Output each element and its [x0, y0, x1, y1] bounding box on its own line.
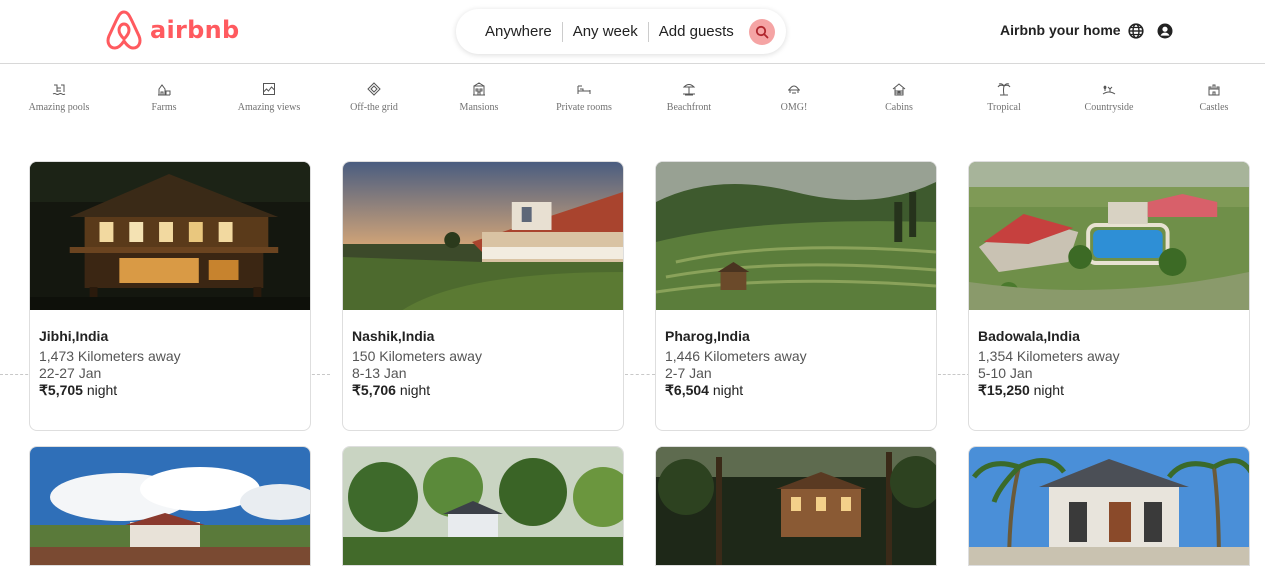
- listing-location: Badowala,India: [978, 328, 1080, 344]
- listing-distance: 1,473 Kilometers away: [39, 348, 181, 364]
- price-unit: night: [82, 382, 118, 398]
- user-circle-icon[interactable]: [1157, 23, 1173, 39]
- search-divider: [647, 21, 649, 42]
- category-label: Beachfront: [666, 102, 712, 113]
- listing-info: Pharog,India 1,446 Kilometers away 2-7 J…: [656, 315, 936, 399]
- listing-price: ₹15,250 night: [978, 381, 1240, 399]
- category-off-the-grid[interactable]: Off-the grid: [324, 82, 424, 113]
- listing-info: Badowala,India 1,354 Kilometers away 5-1…: [969, 315, 1249, 399]
- globe-icon[interactable]: [1128, 23, 1144, 39]
- price-unit: night: [1029, 382, 1064, 398]
- category-farms[interactable]: Farms: [114, 82, 214, 113]
- divider-line: [625, 374, 655, 375]
- listing-card[interactable]: [655, 446, 937, 566]
- castle-icon: [1208, 84, 1220, 96]
- listing-photo-tropical-cottage[interactable]: [969, 447, 1250, 566]
- listing-photo-cloudy-house[interactable]: [30, 447, 311, 566]
- category-label: Tropical: [987, 102, 1021, 113]
- category-label: Amazing pools: [28, 102, 90, 113]
- category-amazing-views[interactable]: Amazing views: [219, 82, 319, 113]
- search-when[interactable]: Any week: [573, 23, 638, 40]
- price-amount: ₹5,705: [39, 382, 83, 398]
- listing-photo-treehouse[interactable]: [30, 162, 310, 310]
- category-castles[interactable]: Castles: [1164, 82, 1264, 113]
- price-unit: night: [395, 382, 431, 398]
- search-who[interactable]: Add guests: [659, 23, 734, 40]
- countryside-icon: [1102, 85, 1116, 95]
- listing-info: Nashik,India 150 Kilometers away 8-13 Ja…: [343, 315, 623, 399]
- view-icon: [263, 83, 275, 95]
- price-amount: ₹15,250: [978, 382, 1030, 398]
- beach-icon: [682, 84, 696, 96]
- mansion-icon: [473, 82, 485, 96]
- cabin-icon: [892, 83, 906, 96]
- category-countryside[interactable]: Countryside: [1059, 82, 1159, 113]
- listing-price: ₹5,706 night: [352, 381, 614, 399]
- search-divider: [561, 21, 563, 42]
- search-bar[interactable]: Anywhere Any week Add guests: [456, 9, 786, 54]
- listing-price: ₹6,504 night: [665, 381, 927, 399]
- category-label: Private rooms: [556, 102, 612, 113]
- listing-card[interactable]: [968, 446, 1250, 566]
- category-label: Mansions: [459, 102, 499, 113]
- listing-distance: 150 Kilometers away: [352, 348, 482, 364]
- listing-location: Jibhi,India: [39, 328, 109, 344]
- listing-dates: 8-13 Jan: [352, 365, 407, 381]
- category-amazing-pools[interactable]: Amazing pools: [9, 82, 109, 113]
- price-amount: ₹5,706: [352, 382, 396, 398]
- search-where[interactable]: Anywhere: [485, 23, 552, 40]
- palm-icon: [997, 83, 1011, 96]
- search-button[interactable]: [749, 19, 775, 45]
- category-label: Off-the grid: [350, 102, 398, 113]
- listing-dates: 5-10 Jan: [978, 365, 1033, 381]
- listing-card[interactable]: Nashik,India 150 Kilometers away 8-13 Ja…: [342, 161, 624, 431]
- bed-icon: [577, 85, 591, 94]
- search-icon: [755, 25, 769, 39]
- top-nav: airbnb Anywhere Any week Add guests Airb…: [0, 0, 1265, 64]
- category-beachfront[interactable]: Beachfront: [639, 82, 739, 113]
- category-mansions[interactable]: Mansions: [429, 82, 529, 113]
- off-grid-icon: [367, 82, 381, 96]
- airbnb-logo-icon: [106, 10, 142, 50]
- omg-icon: [788, 85, 800, 94]
- listing-photo-forest-villa[interactable]: [343, 447, 624, 566]
- listing-card[interactable]: Jibhi,India 1,473 Kilometers away 22-27 …: [29, 161, 311, 431]
- category-label: Countryside: [1084, 102, 1134, 113]
- category-private-rooms[interactable]: Private rooms: [534, 82, 634, 113]
- category-cabins[interactable]: Cabins: [849, 82, 949, 113]
- airbnb-logo[interactable]: airbnb: [104, 8, 240, 52]
- listing-distance: 1,446 Kilometers away: [665, 348, 807, 364]
- listing-photo-resort-pool[interactable]: [969, 162, 1249, 310]
- listing-photo-evening-cottage[interactable]: [656, 447, 937, 566]
- listing-card[interactable]: [29, 446, 311, 566]
- category-label: Castles: [1199, 102, 1229, 113]
- price-amount: ₹6,504: [665, 382, 709, 398]
- category-label: Cabins: [885, 102, 913, 113]
- price-unit: night: [708, 382, 744, 398]
- farm-icon: [158, 84, 171, 96]
- listing-price: ₹5,705 night: [39, 381, 301, 399]
- listing-dates: 22-27 Jan: [39, 365, 102, 381]
- listing-distance: 1,354 Kilometers away: [978, 348, 1120, 364]
- listing-photo-villa-sunset[interactable]: [343, 162, 623, 310]
- category-label: Amazing views: [237, 102, 301, 113]
- category-bar: Amazing pools Farms Amazing views Off-th…: [0, 66, 1265, 146]
- pool-icon: [52, 84, 66, 95]
- category-omg[interactable]: OMG!: [744, 82, 844, 113]
- listing-location: Nashik,India: [352, 328, 435, 344]
- airbnb-your-home-link[interactable]: Airbnb your home: [1000, 22, 1121, 38]
- divider-line: [938, 374, 970, 375]
- listing-card[interactable]: [342, 446, 624, 566]
- listing-location: Pharog,India: [665, 328, 750, 344]
- category-label: Farms: [151, 102, 177, 113]
- category-label: OMG!: [780, 102, 808, 113]
- listing-card[interactable]: Pharog,India 1,446 Kilometers away 2-7 J…: [655, 161, 937, 431]
- listing-photo-hill-terraces[interactable]: [656, 162, 936, 310]
- brand-wordmark: airbnb: [150, 16, 240, 44]
- category-tropical[interactable]: Tropical: [954, 82, 1054, 113]
- listing-dates: 2-7 Jan: [665, 365, 712, 381]
- listing-card[interactable]: Badowala,India 1,354 Kilometers away 5-1…: [968, 161, 1250, 431]
- listing-info: Jibhi,India 1,473 Kilometers away 22-27 …: [30, 315, 310, 399]
